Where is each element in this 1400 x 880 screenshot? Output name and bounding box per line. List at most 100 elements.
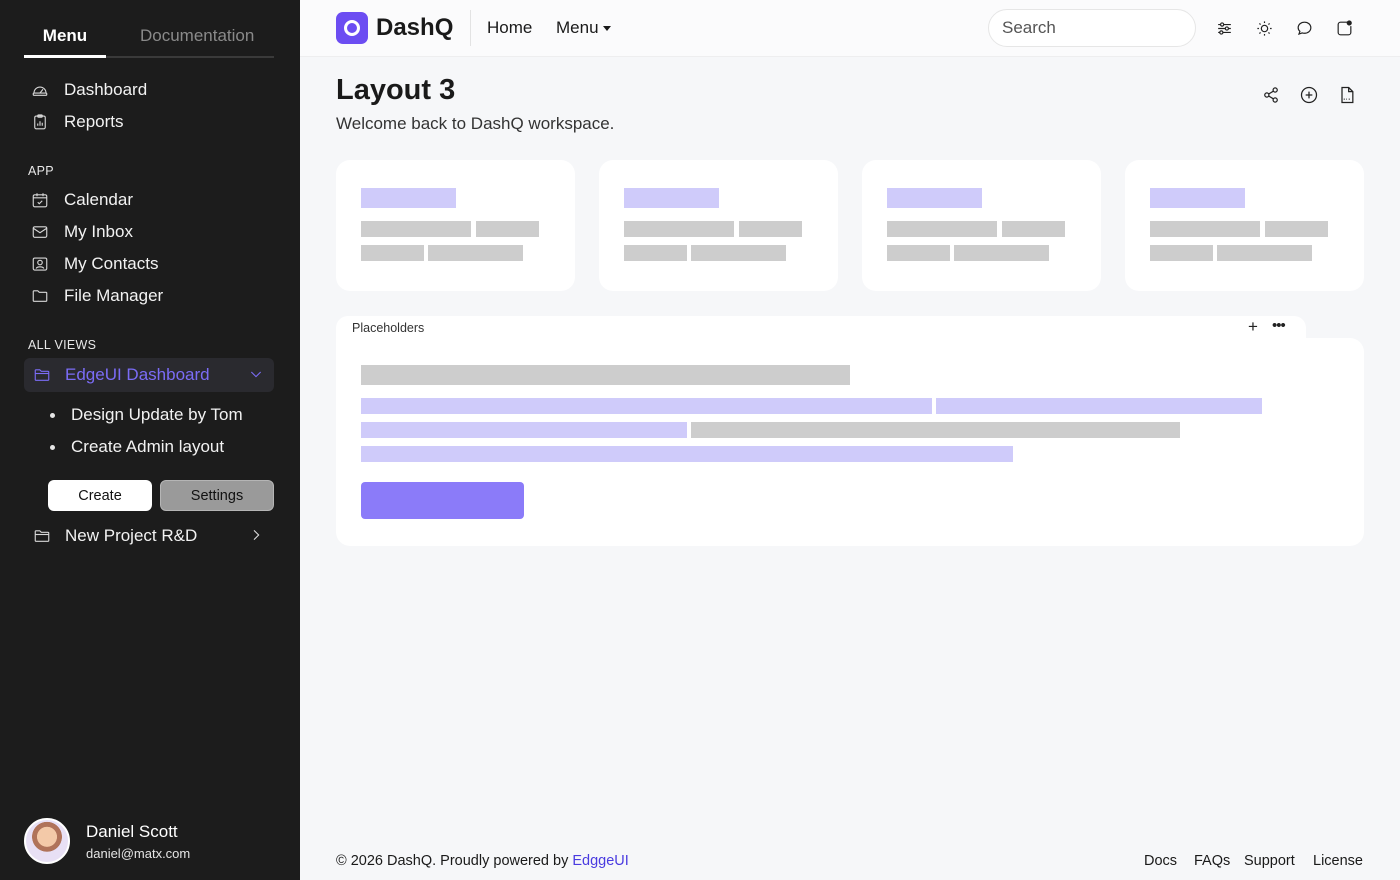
placeholder-line: [1150, 221, 1260, 237]
sidebar-item-label: File Manager: [64, 286, 164, 305]
user-profile[interactable]: Daniel Scott daniel@matx.com: [24, 818, 190, 864]
placeholder-heading: [887, 188, 982, 208]
footer-link-docs[interactable]: Docs: [1144, 853, 1177, 869]
sidebar-item-dashboard[interactable]: Dashboard: [30, 76, 147, 104]
sidebar-subitem-label: Create Admin layout: [71, 437, 225, 456]
sidebar-item-file-manager[interactable]: File Manager: [30, 282, 163, 310]
placeholder-line: [1217, 245, 1312, 261]
placeholder-line: [361, 422, 687, 438]
placeholder-line: [739, 221, 802, 237]
sidebar-item-inbox[interactable]: My Inbox: [30, 218, 133, 246]
nav-home-link[interactable]: Home: [487, 18, 532, 38]
sun-icon[interactable]: [1253, 17, 1275, 39]
placeholder-line: [361, 398, 932, 414]
sidebar-item-calendar[interactable]: Calendar: [30, 186, 133, 214]
sidebar-item-label: Reports: [64, 112, 124, 131]
placeholder-heading: [361, 365, 850, 385]
sidebar-tabs: Menu Documentation: [24, 22, 274, 58]
chat-icon[interactable]: [1293, 17, 1315, 39]
panel-tab: Placeholders + •••: [336, 316, 1306, 340]
brand-name: DashQ: [376, 14, 454, 41]
placeholder-line: [476, 221, 539, 237]
settings-button[interactable]: Settings: [160, 480, 274, 511]
placeholder-line: [1002, 221, 1065, 237]
search-input[interactable]: [988, 9, 1196, 47]
placeholder-line: [691, 422, 1180, 438]
contact-card-icon: [30, 254, 50, 274]
chevron-right-icon[interactable]: [248, 527, 264, 548]
placeholder-heading: [361, 188, 456, 208]
section-label-app: APP: [28, 164, 54, 178]
sliders-icon[interactable]: [1213, 17, 1235, 39]
placeholder-line: [887, 245, 950, 261]
stat-card-placeholder: [599, 160, 838, 291]
clipboard-chart-icon: [30, 112, 50, 132]
folder-icon: [32, 365, 52, 385]
footer-copyright: © 2026 DashQ. Proudly powered by EdggeUI: [336, 853, 629, 869]
placeholder-line: [428, 245, 523, 261]
chevron-down-icon[interactable]: [248, 366, 264, 387]
sidebar-subitem-create-admin[interactable]: Create Admin layout: [50, 437, 224, 457]
pdf-file-icon[interactable]: [1336, 84, 1358, 106]
section-label-all-views: ALL VIEWS: [28, 338, 97, 352]
logo-icon: [336, 12, 368, 44]
folder-icon: [32, 526, 52, 546]
placeholder-button[interactable]: [361, 482, 524, 519]
divider: [470, 10, 471, 46]
caret-down-icon: [602, 26, 611, 32]
page-subtitle: Welcome back to DashQ workspace.: [336, 114, 615, 133]
create-button[interactable]: Create: [48, 480, 152, 511]
sidebar-group-label: EdgeUI Dashboard: [65, 365, 210, 384]
footer-link-license[interactable]: License: [1313, 853, 1363, 869]
placeholder-line: [691, 245, 786, 261]
placeholder-line: [361, 245, 424, 261]
plus-circle-icon[interactable]: [1298, 84, 1320, 106]
user-email: daniel@matx.com: [86, 845, 191, 861]
sidebar-item-label: Dashboard: [64, 80, 148, 99]
more-icon[interactable]: •••: [1272, 317, 1286, 334]
gauge-icon: [30, 80, 50, 100]
mail-icon: [30, 222, 50, 242]
user-info: Daniel Scott daniel@matx.com: [86, 822, 190, 861]
sidebar-subitem-design-update[interactable]: Design Update by Tom: [50, 405, 243, 425]
tab-documentation[interactable]: Documentation: [140, 26, 254, 46]
footer-link-support[interactable]: Support: [1244, 853, 1295, 869]
tab-menu[interactable]: Menu: [24, 26, 106, 58]
placeholder-heading: [1150, 188, 1245, 208]
folder-icon: [30, 286, 50, 306]
copyright-text: © 2026 DashQ. Proudly powered by: [336, 853, 569, 869]
placeholder-line: [361, 221, 471, 237]
stat-card-placeholder: [336, 160, 575, 291]
sidebar-subitem-label: Design Update by Tom: [71, 405, 243, 424]
stat-card-placeholder: [862, 160, 1101, 291]
sidebar-group-edgeui-dashboard[interactable]: EdgeUI Dashboard: [24, 358, 274, 392]
calendar-check-icon: [30, 190, 50, 210]
bullet-icon: [50, 444, 55, 450]
top-bar: DashQ Home Menu: [300, 0, 1400, 57]
sidebar-item-label: My Inbox: [64, 222, 133, 241]
stat-card-placeholder: [1125, 160, 1364, 291]
brand-footer-link[interactable]: EdggeUI: [572, 853, 628, 869]
nav-menu-label: Menu: [556, 18, 599, 37]
panel-tab-label: Placeholders: [352, 321, 425, 335]
placeholder-line: [624, 245, 687, 261]
placeholder-line: [954, 245, 1049, 261]
placeholder-line: [1265, 221, 1328, 237]
sidebar-item-label: Calendar: [64, 190, 133, 209]
notification-icon[interactable]: [1333, 17, 1355, 39]
avatar[interactable]: [24, 818, 70, 864]
placeholder-line: [936, 398, 1262, 414]
placeholder-line: [361, 446, 1013, 462]
sidebar-item-contacts[interactable]: My Contacts: [30, 250, 158, 278]
sidebar-item-label: My Contacts: [64, 254, 159, 273]
placeholder-heading: [624, 188, 719, 208]
sidebar-item-label: New Project R&D: [65, 526, 198, 545]
add-icon[interactable]: +: [1248, 317, 1258, 337]
sidebar-item-new-project[interactable]: New Project R&D: [24, 522, 274, 550]
nav-menu-dropdown[interactable]: Menu: [556, 18, 611, 38]
user-name: Daniel Scott: [86, 821, 178, 841]
share-icon[interactable]: [1260, 84, 1282, 106]
footer-link-faqs[interactable]: FAQs: [1194, 853, 1230, 869]
sidebar-item-reports[interactable]: Reports: [30, 108, 124, 136]
brand-logo[interactable]: DashQ: [336, 12, 453, 44]
